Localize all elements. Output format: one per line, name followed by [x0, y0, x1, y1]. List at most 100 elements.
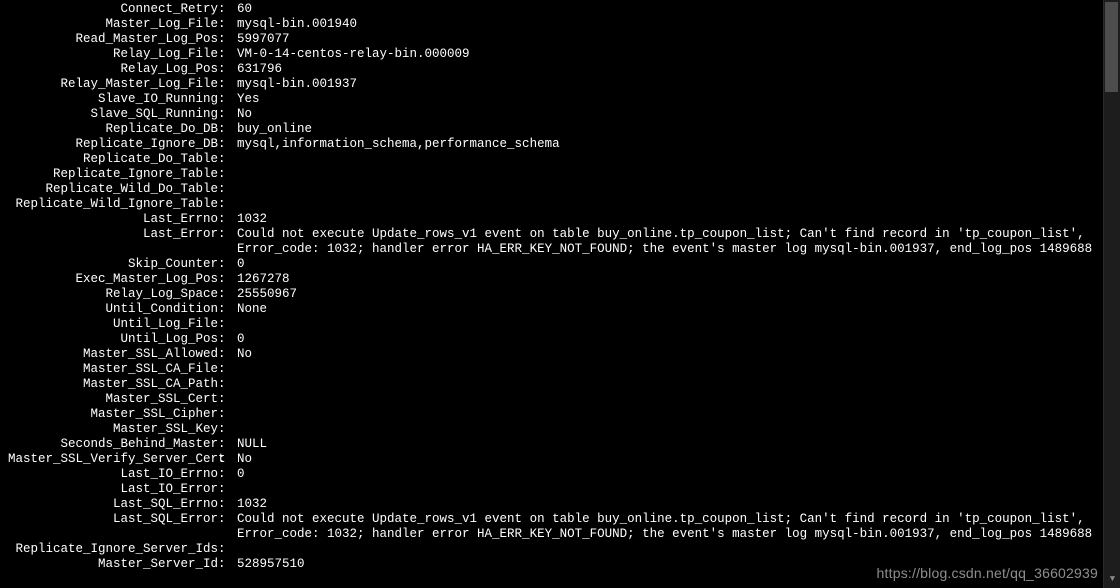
status-label: Read_Master_Log_Pos [8, 32, 218, 47]
status-label: Replicate_Wild_Do_Table [8, 182, 218, 197]
status-row: Master_SSL_CA_File: [8, 362, 1099, 377]
status-row: Replicate_Do_DB: buy_online [8, 122, 1099, 137]
status-value [237, 152, 1099, 167]
colon-separator: : [218, 392, 237, 407]
colon-separator: : [218, 347, 237, 362]
status-label: Master_SSL_Allowed [8, 347, 218, 362]
status-row: Last_Error: Could not execute Update_row… [8, 227, 1099, 257]
status-label: Until_Log_File [8, 317, 218, 332]
status-row: Replicate_Wild_Ignore_Table: [8, 197, 1099, 212]
status-row: Slave_IO_Running: Yes [8, 92, 1099, 107]
status-label: Until_Condition [8, 302, 218, 317]
status-row: Last_Errno: 1032 [8, 212, 1099, 227]
colon-separator: : [218, 422, 237, 437]
status-row: Until_Condition: None [8, 302, 1099, 317]
status-row: Until_Log_File: [8, 317, 1099, 332]
status-label: Connect_Retry [8, 2, 218, 17]
status-value: 1032 [237, 497, 1099, 512]
status-value: Could not execute Update_rows_v1 event o… [237, 512, 1099, 542]
status-row: Relay_Log_Space: 25550967 [8, 287, 1099, 302]
colon-separator: : [218, 287, 237, 302]
status-row: Replicate_Ignore_DB: mysql,information_s… [8, 137, 1099, 152]
status-value: buy_online [237, 122, 1099, 137]
scroll-down-arrow-icon[interactable]: ▼ [1104, 571, 1120, 588]
status-row: Until_Log_Pos: 0 [8, 332, 1099, 347]
status-row: Relay_Log_Pos: 631796 [8, 62, 1099, 77]
status-row: Read_Master_Log_Pos: 5997077 [8, 32, 1099, 47]
status-value: 60 [237, 2, 1099, 17]
status-value: mysql-bin.001940 [237, 17, 1099, 32]
status-row: Connect_Retry: 60 [8, 2, 1099, 17]
status-value [237, 392, 1099, 407]
status-value [237, 542, 1099, 557]
colon-separator: : [218, 452, 237, 467]
status-label: Replicate_Do_DB [8, 122, 218, 137]
status-value: mysql-bin.001937 [237, 77, 1099, 92]
scrollbar-vertical[interactable]: ▲ ▼ [1103, 0, 1120, 588]
status-label: Master_SSL_Key [8, 422, 218, 437]
status-row: Replicate_Wild_Do_Table: [8, 182, 1099, 197]
status-label: Last_IO_Error [8, 482, 218, 497]
status-value [237, 422, 1099, 437]
colon-separator: : [218, 107, 237, 122]
status-value: mysql,information_schema,performance_sch… [237, 137, 1099, 152]
status-value: 5997077 [237, 32, 1099, 47]
status-value: 1032 [237, 212, 1099, 227]
status-label: Master_SSL_CA_Path [8, 377, 218, 392]
status-value [237, 482, 1099, 497]
colon-separator: : [218, 62, 237, 77]
colon-separator: : [218, 512, 237, 542]
status-value: None [237, 302, 1099, 317]
colon-separator: : [218, 17, 237, 32]
status-label: Relay_Log_Pos [8, 62, 218, 77]
status-row: Master_SSL_Key: [8, 422, 1099, 437]
colon-separator: : [218, 482, 237, 497]
status-row: Last_SQL_Error: Could not execute Update… [8, 512, 1099, 542]
colon-separator: : [218, 47, 237, 62]
status-value: Yes [237, 92, 1099, 107]
colon-separator: : [218, 557, 237, 572]
status-label: Master_SSL_Cert [8, 392, 218, 407]
status-label: Master_Log_File [8, 17, 218, 32]
colon-separator: : [218, 317, 237, 332]
status-label: Master_Server_Id [8, 557, 218, 572]
status-label: Replicate_Do_Table [8, 152, 218, 167]
colon-separator: : [218, 257, 237, 272]
colon-separator: : [218, 167, 237, 182]
watermark-text: https://blog.csdn.net/qq_36602939 [877, 565, 1098, 582]
status-label: Master_SSL_Verify_Server_Cert [8, 452, 218, 467]
scrollbar-thumb[interactable] [1105, 2, 1118, 92]
status-value [237, 167, 1099, 182]
status-row: Replicate_Do_Table: [8, 152, 1099, 167]
terminal-output: Connect_Retry: 60Master_Log_File: mysql-… [0, 0, 1099, 588]
status-label: Until_Log_Pos [8, 332, 218, 347]
colon-separator: : [218, 497, 237, 512]
colon-separator: : [218, 152, 237, 167]
status-label: Relay_Master_Log_File [8, 77, 218, 92]
status-value [237, 377, 1099, 392]
colon-separator: : [218, 407, 237, 422]
status-row: Exec_Master_Log_Pos: 1267278 [8, 272, 1099, 287]
status-value [237, 317, 1099, 332]
colon-separator: : [218, 272, 237, 287]
status-row: Master_SSL_Verify_Server_Cert: No [8, 452, 1099, 467]
colon-separator: : [218, 32, 237, 47]
status-label: Seconds_Behind_Master [8, 437, 218, 452]
status-label: Relay_Log_File [8, 47, 218, 62]
status-label: Slave_IO_Running [8, 92, 218, 107]
status-label: Last_SQL_Error [8, 512, 218, 542]
status-row: Replicate_Ignore_Table: [8, 167, 1099, 182]
status-value: NULL [237, 437, 1099, 452]
status-value [237, 197, 1099, 212]
status-value: Could not execute Update_rows_v1 event o… [237, 227, 1099, 257]
colon-separator: : [218, 197, 237, 212]
status-row: Last_IO_Error: [8, 482, 1099, 497]
status-row: Master_Log_File: mysql-bin.001940 [8, 17, 1099, 32]
colon-separator: : [218, 227, 237, 257]
status-value: 0 [237, 257, 1099, 272]
status-label: Replicate_Wild_Ignore_Table [8, 197, 218, 212]
status-row: Last_SQL_Errno: 1032 [8, 497, 1099, 512]
status-value [237, 182, 1099, 197]
status-value [237, 362, 1099, 377]
colon-separator: : [218, 212, 237, 227]
